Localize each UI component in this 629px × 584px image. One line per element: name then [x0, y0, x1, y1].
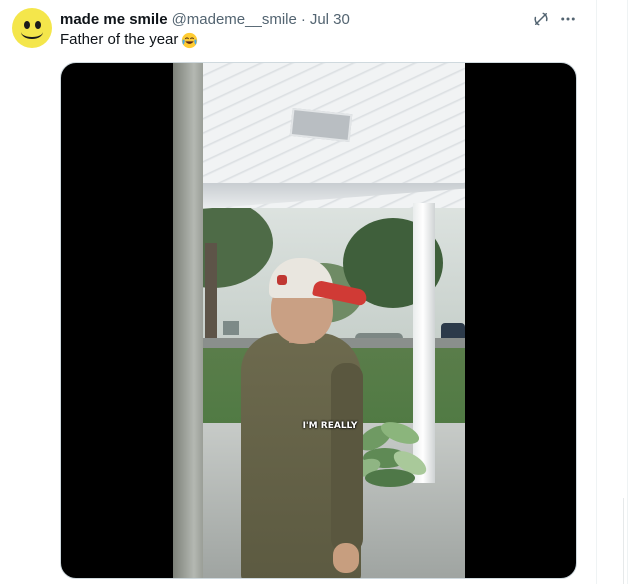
tweet-text: Father of the year — [60, 30, 198, 50]
right-column-border — [627, 0, 628, 584]
author-display-name[interactable]: made me smile — [60, 11, 168, 28]
right-column-scroll-edge — [623, 498, 624, 584]
video-person-arm-right — [331, 363, 363, 553]
right-column — [597, 0, 629, 584]
avatar[interactable] — [12, 8, 52, 48]
video-caption: I'M REALLY — [302, 421, 358, 431]
grok-button[interactable] — [530, 8, 552, 30]
video-person-hand — [333, 543, 359, 573]
face-with-tears-of-joy-icon — [181, 32, 198, 49]
grok-icon — [534, 12, 548, 26]
author-handle[interactable]: @mademe__smile — [172, 11, 297, 28]
tweet-text-body: Father of the year — [60, 31, 179, 48]
more-options-button[interactable] — [557, 8, 579, 30]
tweet-timestamp[interactable]: Jul 30 — [310, 11, 350, 28]
video-frame[interactable]: I'M REALLY — [173, 63, 465, 578]
tweet-header: made me smile @mademe__smile · Jul 30 — [60, 9, 350, 29]
header-separator: · — [300, 10, 306, 28]
video-player[interactable]: I'M REALLY — [60, 62, 577, 579]
video-door-frame — [173, 63, 203, 578]
more-options-icon — [561, 17, 575, 21]
video-person-cap-logo — [277, 275, 287, 285]
tweet-card[interactable]: made me smile @mademe__smile · Jul 30 Fa… — [0, 0, 596, 584]
avatar-mouth — [21, 25, 43, 39]
